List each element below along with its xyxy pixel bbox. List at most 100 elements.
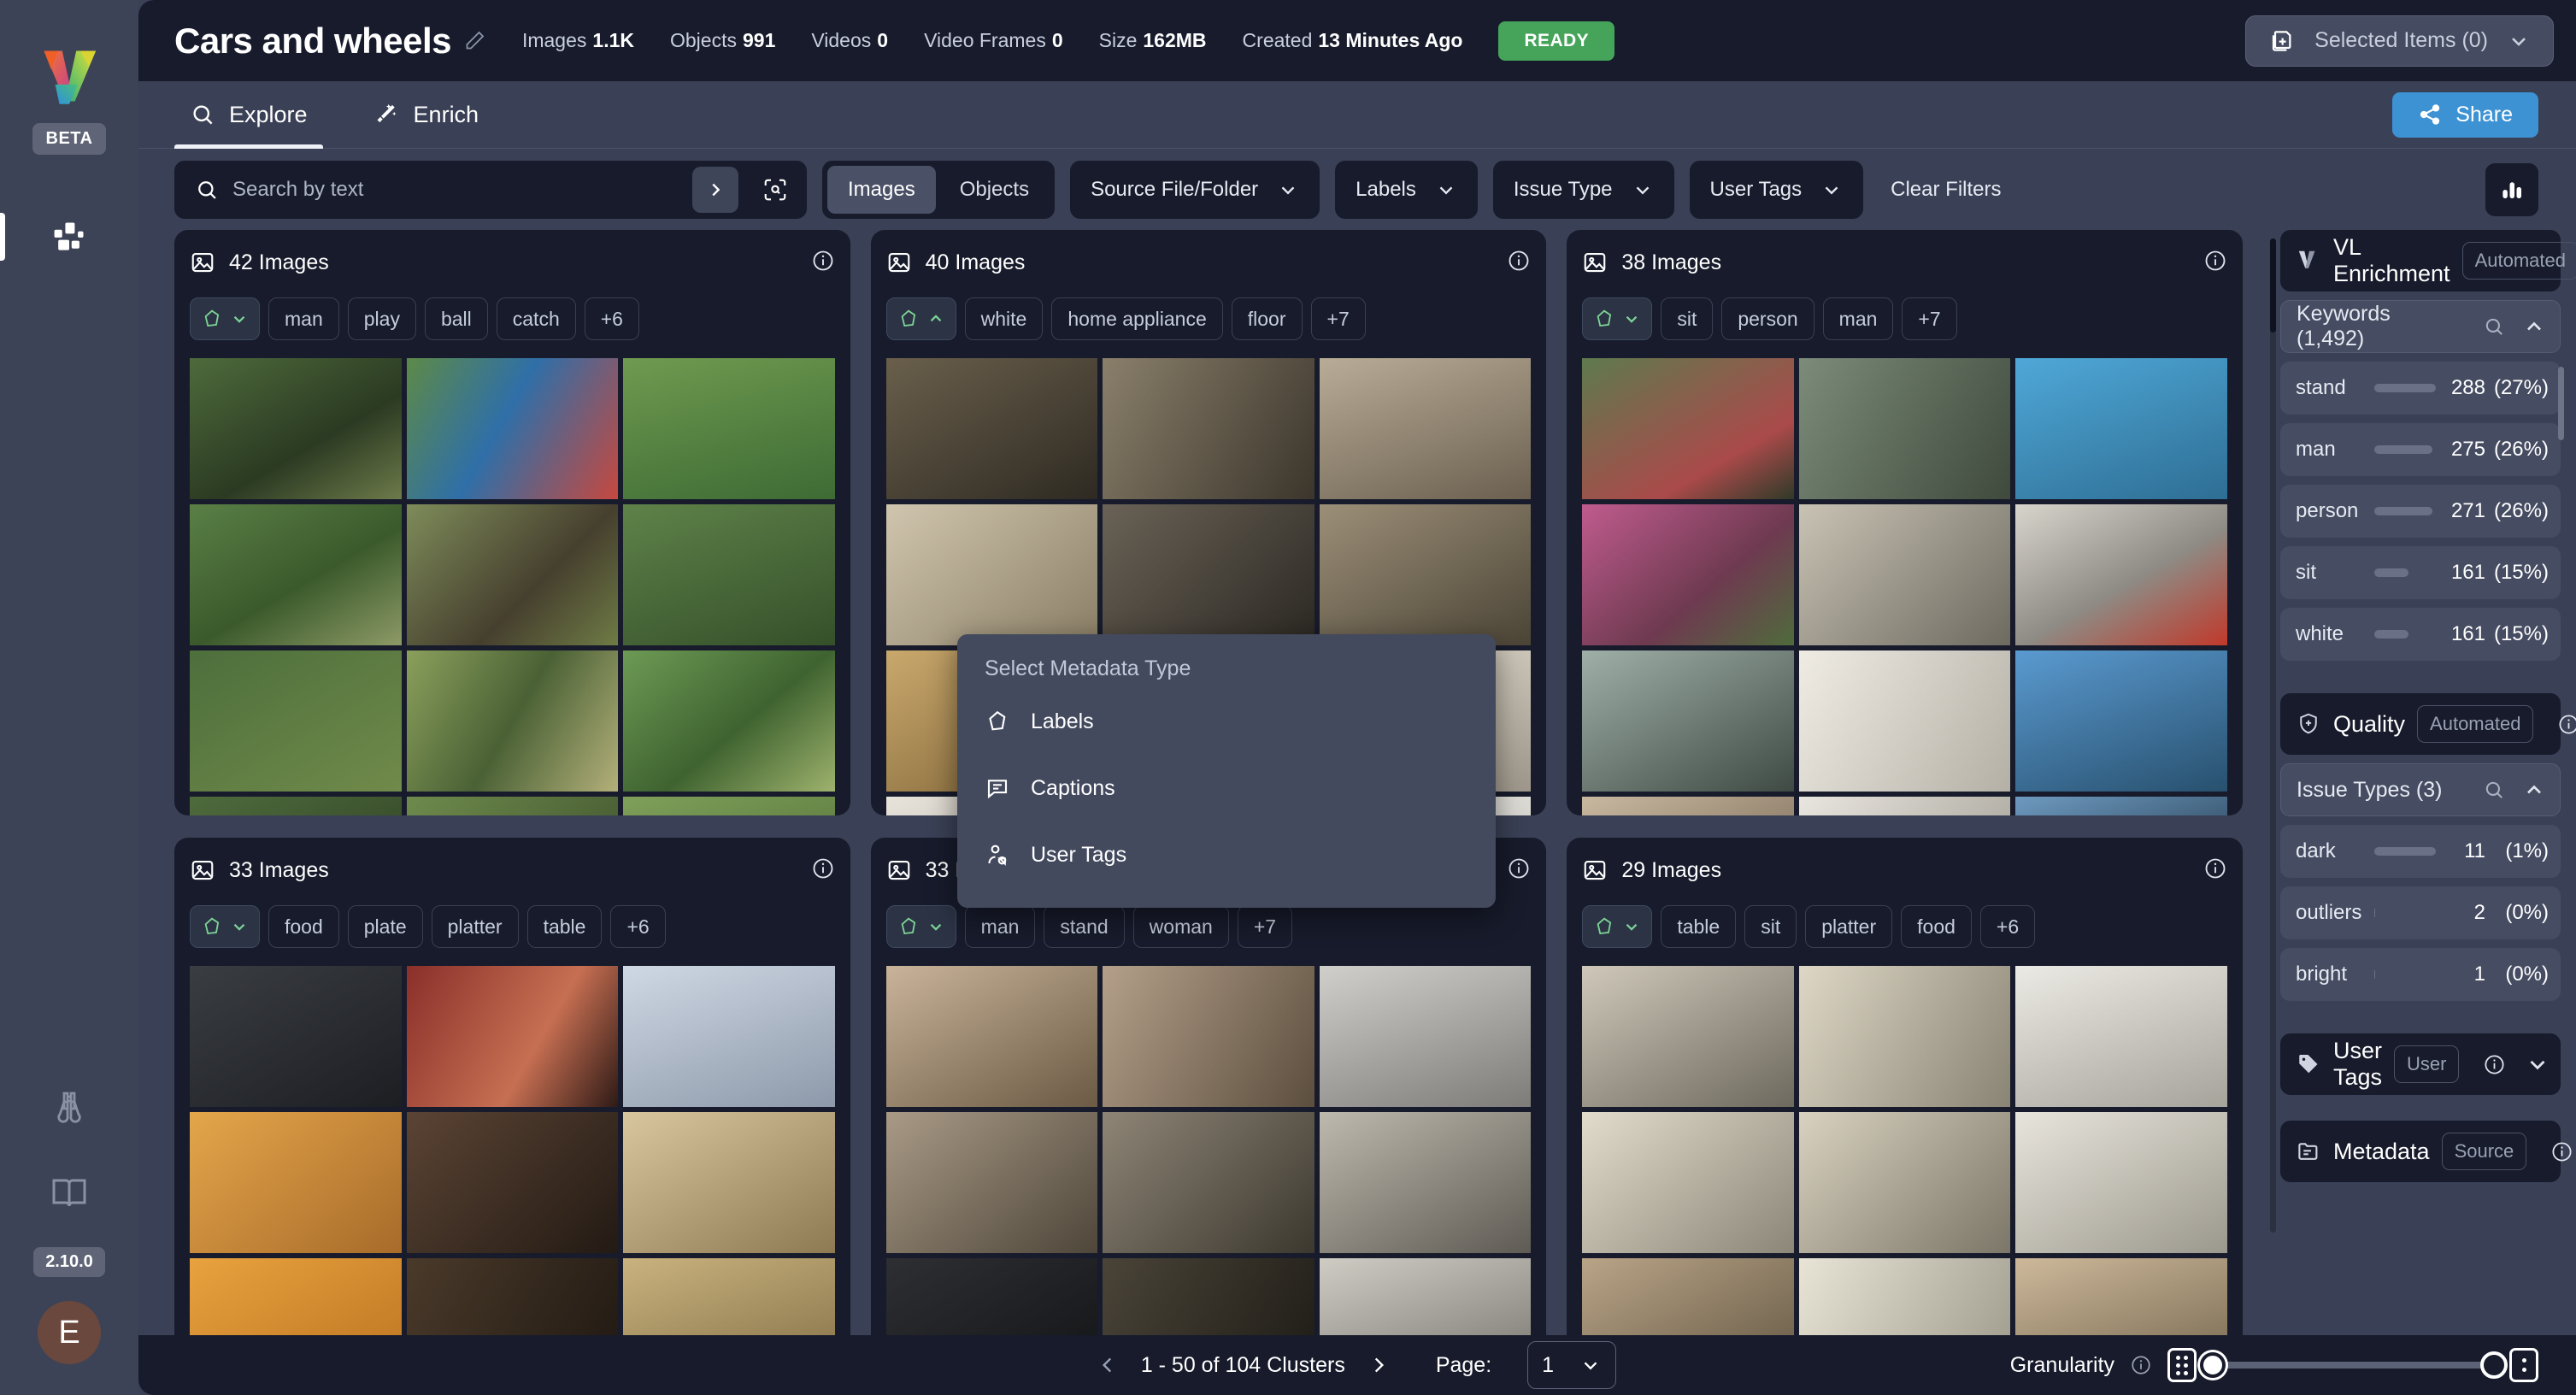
keyword-row[interactable]: white 161 (15%) bbox=[2280, 608, 2561, 661]
granularity-slider-handle-min[interactable] bbox=[2200, 1352, 2226, 1378]
cluster-tag[interactable]: man bbox=[268, 297, 339, 340]
info-icon[interactable] bbox=[811, 856, 835, 885]
thumbnail[interactable] bbox=[1798, 797, 2011, 815]
avatar[interactable]: E bbox=[38, 1301, 101, 1364]
cluster-tag[interactable]: sit bbox=[1661, 297, 1714, 340]
page-select[interactable]: 1 bbox=[1527, 1341, 1617, 1389]
menu-item-labels[interactable]: Labels bbox=[957, 688, 1496, 755]
cluster-tag[interactable]: plate bbox=[347, 905, 423, 948]
thumbnail[interactable] bbox=[1319, 1112, 1532, 1253]
cluster-card[interactable]: 42 Images man play ball catch +6 bbox=[174, 230, 850, 815]
type-option-objects[interactable]: Objects bbox=[939, 166, 1050, 214]
filter-source-file-folder[interactable]: Source File/Folder bbox=[1070, 160, 1320, 219]
cluster-tag[interactable]: table bbox=[1661, 905, 1737, 948]
thumbnail[interactable] bbox=[1103, 966, 1314, 1107]
cluster-tag[interactable]: woman bbox=[1132, 905, 1229, 948]
cluster-tag-more[interactable]: +7 bbox=[1902, 297, 1957, 340]
metadata-type-selector[interactable] bbox=[190, 905, 260, 948]
chevron-up-icon[interactable] bbox=[2522, 315, 2546, 338]
filter-issue-type[interactable]: Issue Type bbox=[1492, 160, 1674, 219]
thumbnail[interactable] bbox=[190, 966, 402, 1107]
thumbnail[interactable] bbox=[623, 358, 835, 499]
thumbnail[interactable] bbox=[190, 1258, 402, 1335]
search-submit-button[interactable] bbox=[692, 166, 738, 213]
chevron-down-icon[interactable] bbox=[2525, 1051, 2550, 1077]
thumbnail[interactable] bbox=[623, 1112, 835, 1253]
thumbnail[interactable] bbox=[406, 358, 619, 499]
thumbnail[interactable] bbox=[623, 797, 835, 815]
thumbnail[interactable] bbox=[1798, 1258, 2011, 1335]
thumbnail[interactable] bbox=[1582, 650, 1794, 792]
keyword-row[interactable]: person 271 (26%) bbox=[2280, 485, 2561, 538]
bar-chart-icon-button[interactable] bbox=[2485, 162, 2538, 216]
granularity-coarse-icon[interactable] bbox=[2509, 1348, 2538, 1382]
keyword-row[interactable]: stand 288 (27%) bbox=[2280, 362, 2561, 415]
thumbnail[interactable] bbox=[1582, 1258, 1794, 1335]
cluster-tag[interactable]: catch bbox=[496, 297, 576, 340]
thumbnail[interactable] bbox=[1798, 966, 2011, 1107]
cluster-tag[interactable]: food bbox=[1901, 905, 1972, 948]
cluster-tag[interactable]: white bbox=[964, 297, 1044, 340]
thumbnail[interactable] bbox=[2015, 1112, 2227, 1253]
thumbnail[interactable] bbox=[1582, 358, 1794, 499]
metadata-type-selector[interactable] bbox=[190, 297, 260, 340]
cluster-tag[interactable]: platter bbox=[1805, 905, 1893, 948]
info-icon[interactable] bbox=[2550, 1140, 2573, 1163]
cluster-tag[interactable]: platter bbox=[431, 905, 519, 948]
thumbnail[interactable] bbox=[190, 504, 402, 645]
clear-filters-button[interactable]: Clear Filters bbox=[1879, 178, 2013, 202]
cluster-tag[interactable]: food bbox=[268, 905, 339, 948]
cluster-card[interactable]: 33 Images man stand woman +7 bbox=[870, 838, 1547, 1335]
thumbnail[interactable] bbox=[885, 966, 1098, 1107]
cluster-tag-more[interactable]: +6 bbox=[1979, 905, 2036, 948]
sidebar-item-clusters[interactable] bbox=[38, 206, 100, 268]
thumbnail[interactable] bbox=[406, 1112, 619, 1253]
cluster-tag[interactable]: play bbox=[347, 297, 416, 340]
keyword-row[interactable]: sit 161 (15%) bbox=[2280, 546, 2561, 599]
search-box[interactable] bbox=[174, 160, 807, 219]
cluster-tag[interactable]: home appliance bbox=[1051, 297, 1223, 340]
cluster-tag[interactable]: stand bbox=[1044, 905, 1125, 948]
metadata-type-selector[interactable] bbox=[1582, 905, 1653, 948]
cluster-card[interactable]: 38 Images sit person man +7 bbox=[1567, 230, 2243, 815]
cluster-tag[interactable]: sit bbox=[1744, 905, 1797, 948]
thumbnail[interactable] bbox=[623, 650, 835, 792]
cluster-tag-more[interactable]: +6 bbox=[584, 297, 639, 340]
visual-search-icon-button[interactable] bbox=[752, 166, 798, 213]
thumbnail[interactable] bbox=[2015, 797, 2227, 815]
menu-item-captions[interactable]: Captions bbox=[957, 755, 1496, 821]
selected-items-dropdown[interactable]: Selected Items (0) bbox=[2245, 15, 2554, 67]
subsection-keywords[interactable]: Keywords (1,492) bbox=[2280, 300, 2561, 353]
thumbnail[interactable] bbox=[1582, 797, 1794, 815]
thumbnail[interactable] bbox=[190, 1112, 402, 1253]
thumbnail[interactable] bbox=[1798, 650, 2011, 792]
thumbnail[interactable] bbox=[1319, 1258, 1532, 1335]
thumbnail[interactable] bbox=[1798, 358, 2011, 499]
tab-enrich[interactable]: Enrich bbox=[359, 81, 495, 149]
tab-explore[interactable]: Explore bbox=[174, 81, 323, 149]
menu-item-user-tags[interactable]: User Tags bbox=[957, 821, 1496, 888]
prev-page-icon[interactable] bbox=[1097, 1354, 1119, 1376]
filter-user-tags[interactable]: User Tags bbox=[1689, 160, 1864, 219]
thumbnail[interactable] bbox=[623, 1258, 835, 1335]
section-header[interactable]: VL Enrichment Automated bbox=[2280, 230, 2576, 291]
thumbnail[interactable] bbox=[885, 504, 1098, 645]
edit-pencil-icon[interactable] bbox=[463, 29, 486, 52]
thumbnail[interactable] bbox=[190, 797, 402, 815]
thumbnail[interactable] bbox=[190, 358, 402, 499]
thumbnail[interactable] bbox=[2015, 650, 2227, 792]
filter-labels[interactable]: Labels bbox=[1335, 160, 1478, 219]
info-icon[interactable] bbox=[2557, 713, 2576, 736]
metadata-type-dropdown-menu[interactable]: Select Metadata Type Labels Captions Use… bbox=[957, 634, 1496, 908]
thumbnail[interactable] bbox=[406, 797, 619, 815]
thumbnail[interactable] bbox=[2015, 1258, 2227, 1335]
thumbnail[interactable] bbox=[885, 1258, 1098, 1335]
info-icon[interactable] bbox=[1507, 856, 1531, 885]
cluster-tag[interactable]: man bbox=[1822, 297, 1894, 340]
cluster-card[interactable]: 33 Images food plate platter table +6 bbox=[174, 838, 850, 1335]
issue-row[interactable]: dark 11 (1%) bbox=[2280, 825, 2561, 878]
cluster-tag-more[interactable]: +6 bbox=[610, 905, 666, 948]
keyword-row[interactable]: man 275 (26%) bbox=[2280, 423, 2561, 476]
thumbnail[interactable] bbox=[1103, 504, 1314, 645]
metadata-type-selector[interactable] bbox=[1582, 297, 1653, 340]
